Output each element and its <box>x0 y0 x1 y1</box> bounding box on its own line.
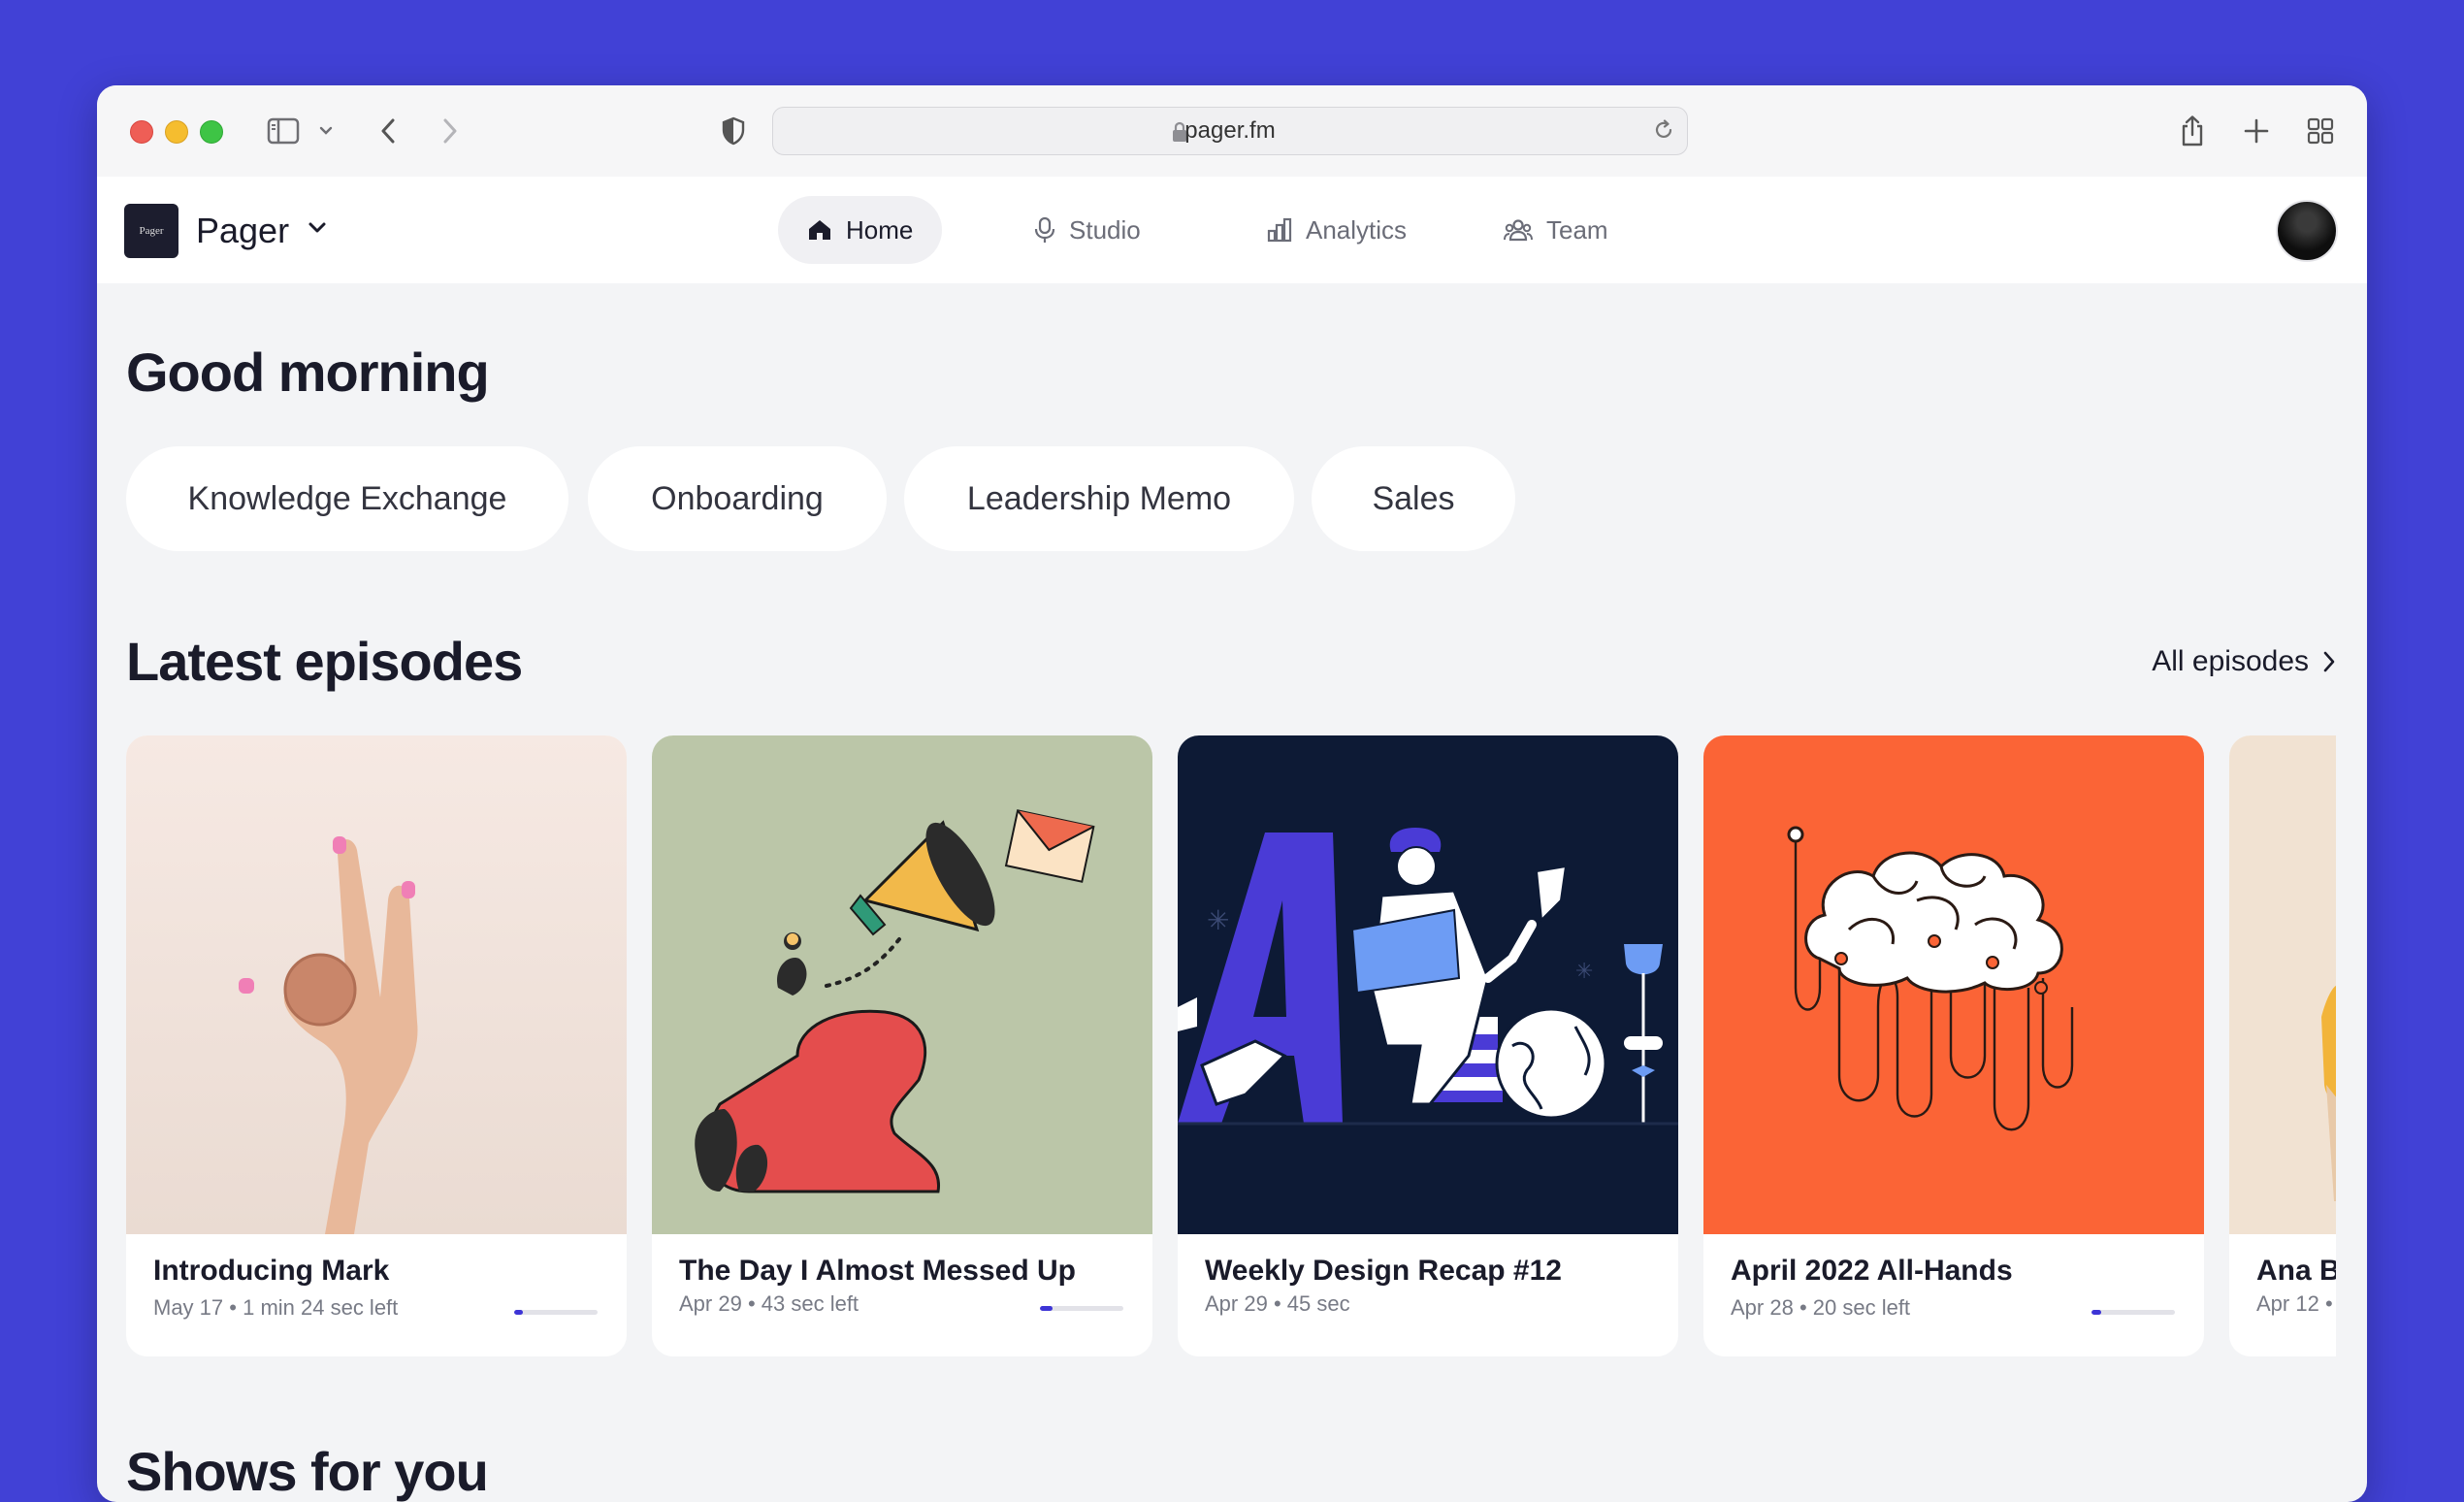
sidebar-toggle-icon[interactable] <box>264 109 303 153</box>
browser-toolbar: pager.fm <box>97 85 2367 178</box>
microphone-icon <box>1034 216 1055 243</box>
episode-meta: May 17 • 1 min 24 sec left <box>153 1295 399 1320</box>
tab-overview-icon[interactable] <box>2301 109 2340 153</box>
episode-artwork <box>652 735 1152 1234</box>
share-icon[interactable] <box>2173 109 2212 153</box>
episode-time-left: 43 sec left <box>761 1291 859 1316</box>
chip-knowledge-exchange[interactable]: Knowledge Exchange <box>126 446 568 551</box>
user-avatar[interactable] <box>2276 200 2338 262</box>
close-window-button[interactable] <box>130 120 153 144</box>
minimize-window-button[interactable] <box>165 120 188 144</box>
app-header: Pager Pager Home Studio Analytics Team <box>97 177 2367 283</box>
episode-artwork <box>2229 735 2336 1234</box>
brand-logo[interactable]: Pager <box>124 204 178 258</box>
nav-analytics[interactable]: Analytics <box>1238 196 1436 264</box>
episode-title: Weekly Design Recap #12 <box>1205 1255 1562 1287</box>
back-icon[interactable] <box>369 109 407 153</box>
workspace-name[interactable]: Pager <box>196 210 289 252</box>
nav-team[interactable]: Team <box>1475 196 1637 264</box>
episode-time-left: 1 min 24 sec left <box>243 1295 399 1320</box>
episode-time-left: 20 sec left <box>1812 1295 1911 1320</box>
chip-onboarding[interactable]: Onboarding <box>588 446 887 551</box>
chip-leadership-memo[interactable]: Leadership Memo <box>904 446 1294 551</box>
episode-title: Introducing Mark <box>153 1255 390 1287</box>
browser-window: pager.fm Pager Pager Home Studio Analyti… <box>97 85 2367 1502</box>
episode-date: Apr 28 <box>1731 1295 1794 1320</box>
episode-artwork <box>126 735 627 1234</box>
episode-card[interactable]: ✳ ✳ Weekly Design Recap #12 Apr 29 • 45 … <box>1178 735 1678 1356</box>
episode-progress <box>514 1310 598 1315</box>
home-icon <box>809 220 830 240</box>
episode-artwork <box>1703 735 2204 1234</box>
svg-text:✳: ✳ <box>1207 904 1229 936</box>
nav-home[interactable]: Home <box>778 196 943 264</box>
nav-team-label: Team <box>1546 214 1608 245</box>
nav-studio-label: Studio <box>1069 214 1141 245</box>
episode-card[interactable]: April 2022 All-Hands Apr 28 • 20 sec lef… <box>1703 735 2204 1356</box>
episode-title: Ana Bi <box>2256 1255 2336 1287</box>
episode-title: The Day I Almost Messed Up <box>679 1255 1076 1287</box>
privacy-shield-icon[interactable] <box>714 109 753 153</box>
all-episodes-link[interactable]: All episodes <box>2152 642 2336 681</box>
episode-date: Apr 29 <box>679 1291 742 1316</box>
nav-studio[interactable]: Studio <box>1005 196 1170 264</box>
svg-text:✳: ✳ <box>1575 960 1593 984</box>
chevron-down-icon[interactable] <box>305 215 330 245</box>
shows-for-you-heading: Shows for you <box>126 1441 489 1502</box>
episode-title: April 2022 All-Hands <box>1731 1255 2013 1287</box>
all-episodes-label: All episodes <box>2152 645 2309 677</box>
episode-meta: Apr 29 • 45 sec <box>1205 1291 1350 1316</box>
episode-progress <box>2091 1310 2175 1315</box>
latest-episodes-heading: Latest episodes <box>126 631 523 692</box>
forward-icon[interactable] <box>431 109 470 153</box>
episode-card[interactable]: Introducing Mark May 17 • 1 min 24 sec l… <box>126 735 627 1356</box>
nav-analytics-label: Analytics <box>1306 214 1408 245</box>
episode-progress <box>1040 1306 1123 1311</box>
chevron-down-icon[interactable] <box>316 109 336 153</box>
new-tab-icon[interactable] <box>2237 109 2276 153</box>
episode-card[interactable]: Ana Bi Apr 12 • <box>2229 735 2336 1356</box>
address-bar[interactable]: pager.fm <box>772 107 1688 155</box>
nav-home-label: Home <box>846 214 914 245</box>
episode-artwork: ✳ ✳ <box>1178 735 1678 1234</box>
episode-meta: Apr 28 • 20 sec left <box>1731 1295 1911 1320</box>
episode-meta: Apr 12 • <box>2256 1291 2333 1316</box>
episode-carousel: Introducing Mark May 17 • 1 min 24 sec l… <box>126 735 2336 1453</box>
episode-date: Apr 12 <box>2256 1291 2319 1316</box>
page-greeting: Good morning <box>126 342 490 403</box>
episode-duration: 45 sec <box>1286 1291 1350 1316</box>
episode-meta: Apr 29 • 43 sec left <box>679 1291 859 1316</box>
episode-date: May 17 <box>153 1295 224 1320</box>
bar-chart-icon <box>1267 217 1292 243</box>
url-text: pager.fm <box>1184 117 1276 144</box>
team-icon <box>1504 219 1533 242</box>
chip-sales[interactable]: Sales <box>1312 446 1515 551</box>
chevron-right-icon <box>2323 651 2335 672</box>
zoom-window-button[interactable] <box>200 120 223 144</box>
reload-icon[interactable] <box>1652 118 1675 147</box>
episode-card[interactable]: The Day I Almost Messed Up Apr 29 • 43 s… <box>652 735 1152 1356</box>
episode-date: Apr 29 <box>1205 1291 1268 1316</box>
